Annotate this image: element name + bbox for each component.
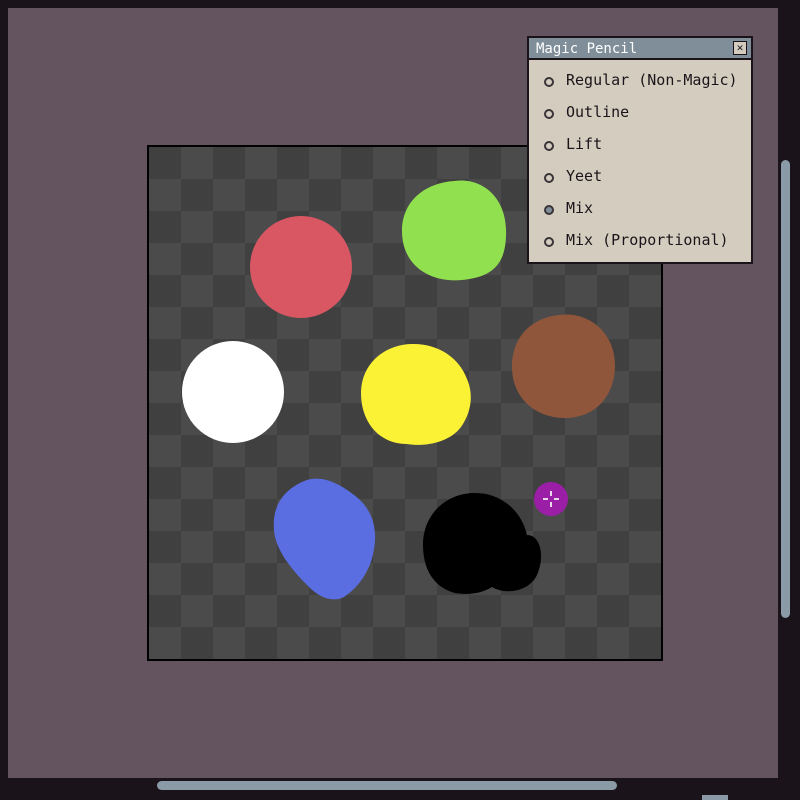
yellow-blob bbox=[361, 343, 471, 445]
brown-blob bbox=[512, 314, 615, 419]
option-mix-proportional[interactable]: Mix (Proportional) bbox=[529, 228, 751, 256]
option-outline[interactable]: Outline bbox=[529, 100, 751, 128]
crosshair-brush-cursor-icon bbox=[534, 482, 568, 516]
radio-icon[interactable] bbox=[544, 109, 554, 119]
horizontal-scrollbar-thumb[interactable] bbox=[157, 781, 617, 790]
vertical-scrollbar-thumb[interactable] bbox=[781, 160, 790, 618]
corner-tab bbox=[702, 795, 728, 800]
radio-icon[interactable] bbox=[544, 141, 554, 151]
black-blob bbox=[423, 492, 542, 594]
blue-blob bbox=[273, 478, 376, 600]
option-label: Yeet bbox=[566, 167, 603, 185]
white-blob bbox=[182, 341, 284, 443]
close-icon[interactable]: ✕ bbox=[733, 41, 747, 55]
option-yeet[interactable]: Yeet bbox=[529, 164, 751, 192]
radio-icon[interactable] bbox=[544, 237, 554, 247]
option-label: Outline bbox=[566, 103, 630, 121]
panel-title-bar[interactable]: Magic Pencil ✕ bbox=[529, 38, 751, 60]
option-label: Lift bbox=[566, 135, 603, 153]
magic-pencil-panel: Magic Pencil ✕ Regular (Non-Magic) Outli… bbox=[527, 36, 753, 264]
red-blob bbox=[250, 216, 352, 318]
option-mix[interactable]: Mix bbox=[529, 196, 751, 224]
radio-icon[interactable] bbox=[544, 173, 554, 183]
option-label: Regular (Non-Magic) bbox=[566, 71, 738, 89]
green-blob bbox=[402, 180, 507, 281]
option-regular[interactable]: Regular (Non-Magic) bbox=[529, 68, 751, 96]
panel-title: Magic Pencil bbox=[536, 41, 638, 57]
radio-icon[interactable] bbox=[544, 77, 554, 87]
radio-icon-selected[interactable] bbox=[544, 205, 554, 215]
option-label: Mix bbox=[566, 199, 594, 217]
option-label: Mix (Proportional) bbox=[566, 231, 729, 249]
option-lift[interactable]: Lift bbox=[529, 132, 751, 160]
